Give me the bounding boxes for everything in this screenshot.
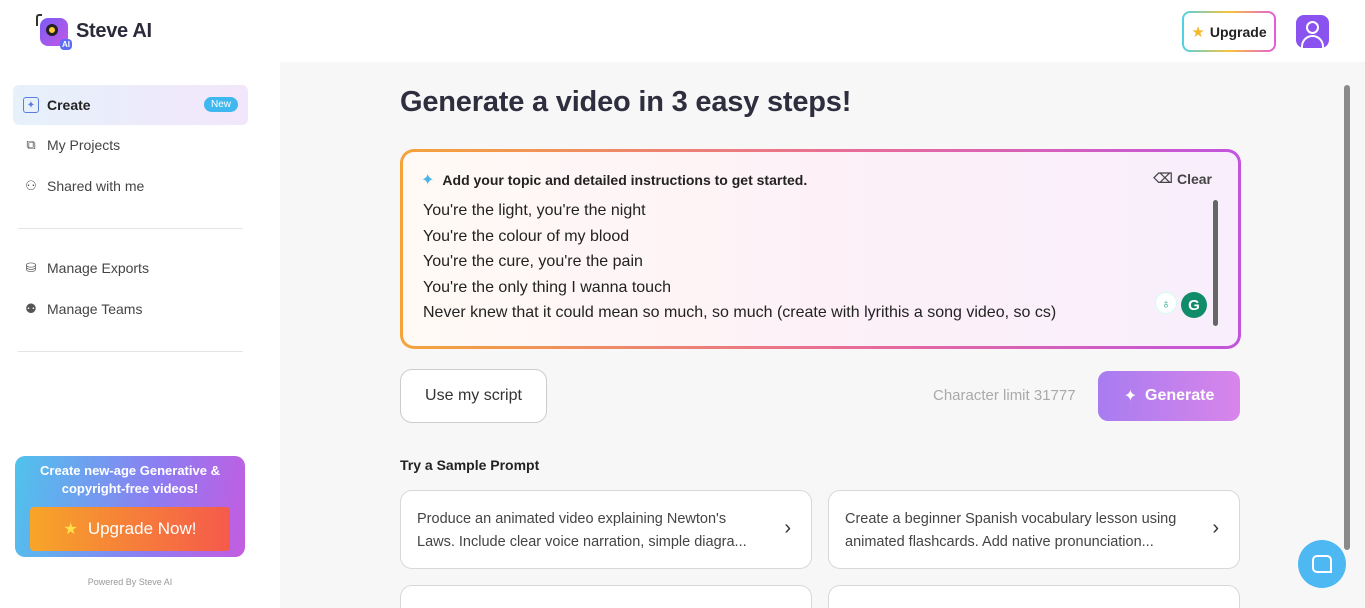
upgrade-now-button[interactable]: ★ Upgrade Now! [30, 507, 230, 551]
logo-icon: AI [36, 14, 72, 50]
generate-label: Generate [1145, 387, 1215, 404]
user-avatar-icon[interactable] [1296, 15, 1329, 48]
clear-label: Clear [1176, 170, 1212, 187]
sidebar-item-my-projects[interactable]: ⧉ My Projects [13, 125, 248, 165]
sample-prompt-card[interactable] [400, 585, 812, 608]
sample-prompt-text: Create a beginner Spanish vocabulary les… [845, 511, 1177, 550]
upgrade-label: Upgrade [1209, 23, 1267, 40]
assistant-icons: ♁ G [1155, 292, 1207, 318]
sparkle-icon: ✦ [421, 172, 435, 189]
prompt-line: You're the cure, you're the pain [423, 253, 643, 271]
bulb-icon[interactable]: ♁ [1155, 292, 1177, 314]
character-limit: Character limit 31777 [933, 387, 1076, 404]
sidebar-item-label: Create [47, 97, 91, 113]
upgrade-button[interactable]: ★ Upgrade [1182, 11, 1276, 52]
eraser-icon: ⌫ [1153, 170, 1173, 186]
grammarly-icon[interactable]: G [1181, 292, 1207, 318]
upgrade-promo-card: Create new-age Generative & copyright-fr… [15, 456, 245, 557]
generate-button[interactable]: ✦ Generate [1098, 371, 1240, 421]
promo-text: Create new-age Generative & copyright-fr… [40, 463, 220, 496]
sidebar: ✦ Create New ⧉ My Projects ⚇ Shared with… [0, 62, 280, 608]
top-bar: AI Steve AI ★ Upgrade [0, 0, 1365, 62]
star-icon: ★ [63, 521, 78, 538]
chevron-right-icon: › [1212, 517, 1219, 539]
prompt-line: You're the colour of my blood [423, 227, 630, 245]
sparkle-icon: ✦ [1123, 388, 1138, 405]
prompt-line: You're the light, you're the night [423, 202, 646, 219]
sidebar-item-manage-teams[interactable]: ⚉ Manage Teams [13, 289, 248, 329]
logo-badge: AI [60, 39, 72, 50]
sample-prompt-title: Try a Sample Prompt [400, 457, 540, 473]
sidebar-item-label: Shared with me [47, 178, 145, 194]
teams-icon: ⚉ [25, 301, 37, 316]
clear-button[interactable]: ⌫ Clear [1153, 170, 1212, 187]
prompt-line: You're the only thing I wanna touch [423, 278, 671, 296]
chat-icon [1312, 555, 1332, 573]
sample-prompt-text: Produce an animated video explaining New… [417, 511, 747, 550]
exports-icon: ⛁ [25, 260, 37, 275]
sidebar-item-label: Manage Teams [47, 301, 143, 317]
prompt-heading-text: Add your topic and detailed instructions… [442, 172, 808, 188]
shared-user-icon: ⚇ [25, 178, 37, 193]
sidebar-item-label: Manage Exports [47, 260, 149, 276]
app-name: Steve AI [76, 19, 152, 42]
chat-support-button[interactable] [1298, 540, 1346, 588]
star-icon: ★ [1191, 23, 1205, 41]
page-title: Generate a video in 3 easy steps! [400, 86, 852, 118]
sample-prompt-card[interactable] [828, 585, 1240, 608]
powered-by: Powered By Steve AI [87, 577, 173, 587]
new-badge: New [203, 97, 238, 112]
app-logo[interactable]: AI Steve AI [36, 14, 152, 50]
create-sparkle-icon: ✦ [23, 97, 39, 113]
prompt-box: ✦ Add your topic and detailed instructio… [400, 149, 1241, 349]
chevron-right-icon: › [784, 517, 791, 539]
sample-prompt-card[interactable]: Produce an animated video explaining New… [400, 490, 812, 569]
sidebar-item-shared[interactable]: ⚇ Shared with me [13, 166, 248, 206]
sidebar-divider [18, 351, 243, 352]
sample-prompt-card[interactable]: Create a beginner Spanish vocabulary les… [828, 490, 1240, 569]
sidebar-item-create[interactable]: ✦ Create New [13, 85, 248, 125]
prompt-line: Never knew that it could mean so much, s… [423, 304, 1057, 322]
sidebar-item-label: My Projects [47, 137, 121, 153]
prompt-textarea[interactable]: You're the light, you're the night You'r… [423, 198, 1183, 326]
page-scrollbar[interactable] [1344, 85, 1350, 550]
projects-icon: ⧉ [26, 137, 36, 152]
prompt-scrollbar[interactable] [1213, 200, 1218, 326]
prompt-heading: ✦ Add your topic and detailed instructio… [421, 170, 807, 190]
sidebar-divider [18, 228, 243, 229]
upgrade-now-label: Upgrade Now! [87, 519, 197, 538]
sidebar-item-manage-exports[interactable]: ⛁ Manage Exports [13, 248, 248, 288]
use-my-script-button[interactable]: Use my script [400, 369, 547, 423]
